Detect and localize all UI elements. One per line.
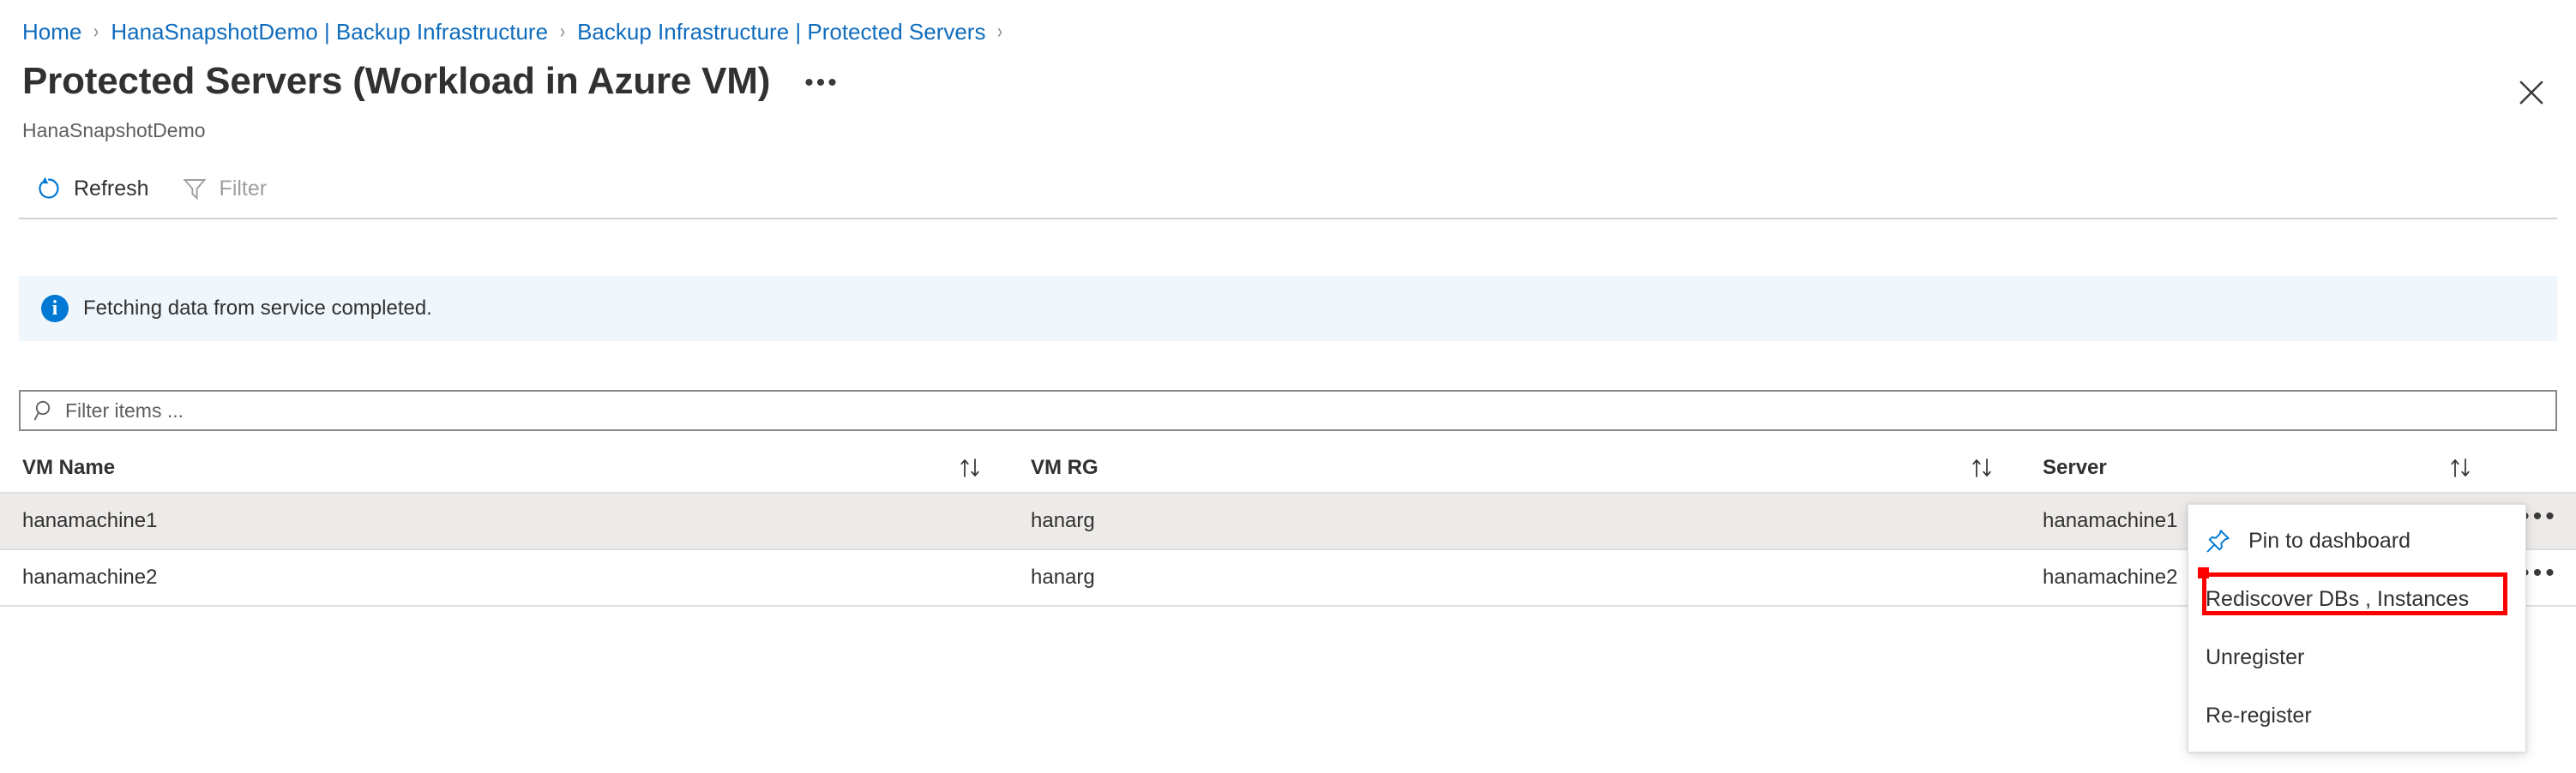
menu-item-label: Unregister: [2206, 644, 2304, 671]
menu-item-unregister[interactable]: Unregister: [2188, 628, 2525, 686]
breadcrumb-item-backup-infrastructure[interactable]: HanaSnapshotDemo | Backup Infrastructure: [111, 17, 548, 46]
pin-icon: [2206, 528, 2248, 554]
sort-icon[interactable]: [2446, 454, 2477, 482]
table-header-row: VM Name VM RG Server: [0, 444, 2576, 494]
filter-label: Filter: [220, 176, 268, 201]
cell-vm-name: hanamachine2: [0, 565, 1008, 590]
menu-item-label: Rediscover DBs , Instances: [2206, 585, 2469, 613]
search-input[interactable]: [65, 392, 2555, 429]
breadcrumb-item-protected-servers[interactable]: Backup Infrastructure | Protected Server…: [577, 17, 985, 46]
column-header-vm-name[interactable]: VM Name: [0, 455, 1008, 481]
filter-items-box[interactable]: [19, 390, 2557, 431]
column-header-server[interactable]: Server: [2020, 455, 2499, 481]
column-header-label: Server: [2043, 455, 2107, 481]
menu-item-pin-to-dashboard[interactable]: Pin to dashboard: [2188, 512, 2525, 570]
status-notification-banner: i Fetching data from service completed.: [19, 276, 2557, 341]
close-icon: [2519, 80, 2544, 105]
page-header: Protected Servers (Workload in Azure VM)…: [22, 55, 848, 108]
notification-message: Fetching data from service completed.: [83, 295, 432, 322]
refresh-button[interactable]: Refresh: [19, 165, 165, 213]
breadcrumb-item-home[interactable]: Home: [22, 17, 81, 46]
filter-button[interactable]: Filter: [165, 165, 283, 213]
cell-vm-rg: hanarg: [1008, 508, 2020, 534]
cell-vm-rg: hanarg: [1008, 565, 2020, 590]
page-more-menu-button[interactable]: •••: [796, 67, 848, 108]
menu-item-label: Re-register: [2206, 702, 2312, 729]
breadcrumb: Home › HanaSnapshotDemo | Backup Infrast…: [22, 17, 1014, 46]
menu-item-label: Pin to dashboard: [2248, 527, 2410, 554]
page-subtitle: HanaSnapshotDemo: [22, 117, 206, 143]
cell-text: hanamachine1: [22, 508, 157, 534]
refresh-icon: [34, 174, 63, 203]
refresh-label: Refresh: [74, 176, 149, 201]
cell-text: hanamachine1: [2043, 508, 2177, 534]
column-header-vm-rg[interactable]: VM RG: [1008, 455, 2020, 481]
command-bar-divider: [19, 218, 2557, 219]
menu-item-rediscover-dbs-instances[interactable]: Rediscover DBs , Instances: [2188, 570, 2525, 628]
cell-text: hanamachine2: [2043, 565, 2177, 590]
info-icon: i: [41, 295, 69, 322]
cell-text: hanarg: [1031, 565, 1095, 590]
command-bar: Refresh Filter: [19, 162, 282, 215]
menu-item-re-register[interactable]: Re-register: [2188, 686, 2525, 745]
sort-icon[interactable]: [1967, 454, 1998, 482]
column-header-label: VM Name: [22, 455, 115, 481]
search-icon: [33, 398, 57, 422]
breadcrumb-separator-icon: ›: [93, 17, 99, 46]
close-blade-button[interactable]: [2507, 69, 2555, 117]
breadcrumb-separator-icon: ›: [997, 17, 1002, 46]
sort-icon[interactable]: [955, 454, 986, 482]
cell-text: hanamachine2: [22, 565, 157, 590]
cell-text: hanarg: [1031, 508, 1095, 534]
row-context-menu: Pin to dashboard Rediscover DBs , Instan…: [2188, 504, 2526, 752]
filter-icon: [180, 174, 209, 203]
breadcrumb-separator-icon: ›: [560, 17, 565, 46]
cell-vm-name: hanamachine1: [0, 508, 1008, 534]
page-title: Protected Servers (Workload in Azure VM): [22, 58, 770, 105]
column-header-label: VM RG: [1031, 455, 1098, 481]
